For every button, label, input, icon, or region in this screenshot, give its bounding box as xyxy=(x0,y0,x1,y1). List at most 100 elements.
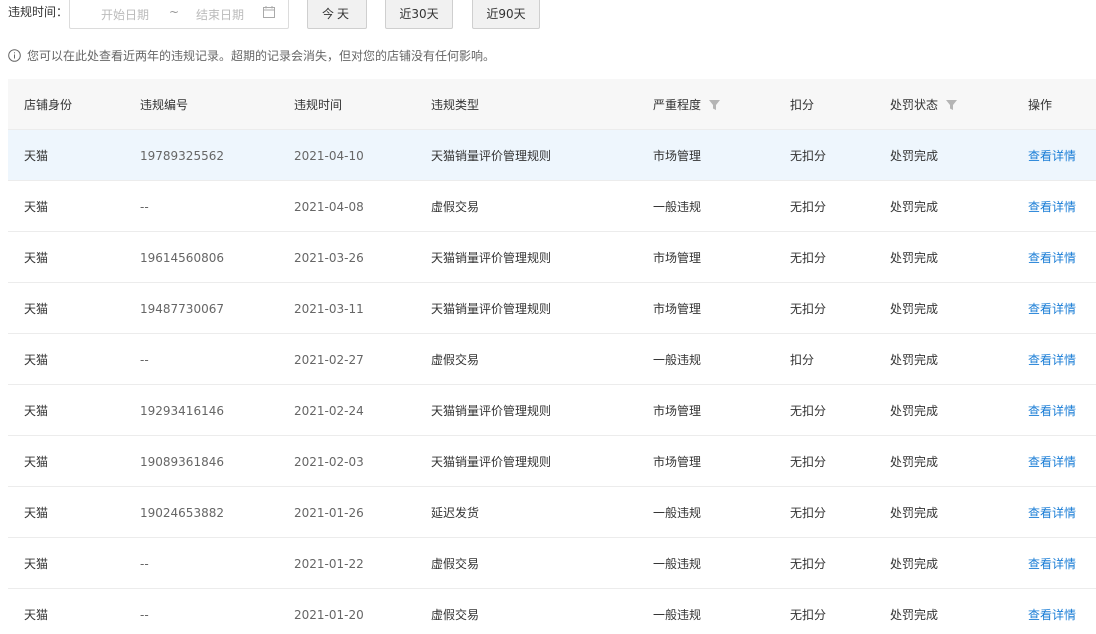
header-violation-type: 违规类型 xyxy=(431,98,480,112)
view-details-link[interactable]: 查看详情 xyxy=(1028,334,1076,385)
row-violation-id: 19293416146 xyxy=(140,403,224,418)
row-violation-id: 19024653882 xyxy=(140,505,224,520)
row-shop: 天猫 xyxy=(24,353,49,367)
header-shop: 店铺身份 xyxy=(24,98,73,112)
row-status: 处罚完成 xyxy=(890,302,939,316)
row-violation-id: 19789325562 xyxy=(140,148,224,163)
table-row: 天猫 19089361846 2021-02-03 天猫销量评价管理规则 市场管理 无扣分… xyxy=(8,436,1096,487)
row-violation-type: 延迟发货 xyxy=(431,506,480,520)
end-date-input[interactable]: 结束日期 xyxy=(196,6,244,23)
row-severity: 市场管理 xyxy=(653,251,702,265)
last-90-days-button[interactable]: 近90天 xyxy=(472,0,540,29)
view-details-link[interactable]: 查看详情 xyxy=(1028,130,1076,181)
view-details-link[interactable]: 查看详情 xyxy=(1028,487,1076,538)
row-points: 无扣分 xyxy=(790,200,827,214)
view-details-link[interactable]: 查看详情 xyxy=(1028,385,1076,436)
table-row: 天猫 19024653882 2021-01-26 延迟发货 一般违规 无扣分 处罚完成 查看… xyxy=(8,487,1096,538)
row-status: 处罚完成 xyxy=(890,557,939,571)
row-violation-type: 天猫销量评价管理规则 xyxy=(431,302,552,316)
row-points: 无扣分 xyxy=(790,149,827,163)
table-row: 天猫 19614560806 2021-03-26 天猫销量评价管理规则 市场管理 无扣分… xyxy=(8,232,1096,283)
table-row: 天猫 -- 2021-01-22 虚假交易 一般违规 无扣分 处罚完成 查看详情 xyxy=(8,538,1096,589)
row-shop: 天猫 xyxy=(24,149,49,163)
header-severity[interactable]: 严重程度 xyxy=(653,79,721,130)
row-severity: 市场管理 xyxy=(653,404,702,418)
row-violation-id: -- xyxy=(140,352,149,367)
row-points: 无扣分 xyxy=(790,404,827,418)
row-violation-time: 2021-04-08 xyxy=(294,199,364,214)
info-icon xyxy=(8,48,21,62)
view-details-link[interactable]: 查看详情 xyxy=(1028,181,1076,232)
row-shop: 天猫 xyxy=(24,608,49,622)
header-violation-id: 违规编号 xyxy=(140,98,189,112)
header-violation-time: 违规时间 xyxy=(294,98,343,112)
filter-label: 违规时间： xyxy=(8,5,69,19)
row-points: 扣分 xyxy=(790,353,815,367)
last-30-days-button[interactable]: 近30天 xyxy=(385,0,453,29)
row-violation-id: -- xyxy=(140,607,149,622)
row-violation-type: 虚假交易 xyxy=(431,200,480,214)
row-violation-type: 虚假交易 xyxy=(431,608,480,622)
row-status: 处罚完成 xyxy=(890,404,939,418)
view-details-link[interactable]: 查看详情 xyxy=(1028,283,1076,334)
date-range-picker[interactable]: 开始日期 ~ 结束日期 xyxy=(69,0,289,29)
table-row: 天猫 -- 2021-01-20 虚假交易 一般违规 无扣分 处罚完成 查看详情 xyxy=(8,589,1096,634)
row-violation-id: 19487730067 xyxy=(140,301,224,316)
header-status[interactable]: 处罚状态 xyxy=(890,79,958,130)
row-status: 处罚完成 xyxy=(890,353,939,367)
row-status: 处罚完成 xyxy=(890,506,939,520)
row-shop: 天猫 xyxy=(24,557,49,571)
filter-bar: 违规时间： 开始日期 ~ 结束日期 今天 近30天 近90天 xyxy=(0,0,1096,29)
row-severity: 市场管理 xyxy=(653,149,702,163)
row-points: 无扣分 xyxy=(790,251,827,265)
row-severity: 市场管理 xyxy=(653,455,702,469)
view-details-link[interactable]: 查看详情 xyxy=(1028,589,1076,634)
row-violation-time: 2021-01-20 xyxy=(294,607,364,622)
row-shop: 天猫 xyxy=(24,506,49,520)
row-status: 处罚完成 xyxy=(890,455,939,469)
row-violation-time: 2021-03-26 xyxy=(294,250,364,265)
date-separator: ~ xyxy=(169,5,180,19)
row-status: 处罚完成 xyxy=(890,200,939,214)
table-row: 天猫 19487730067 2021-03-11 天猫销量评价管理规则 市场管理 无扣分… xyxy=(8,283,1096,334)
violations-table: 店铺身份 违规编号 违规时间 违规类型 严重程度 扣分 处罚状态 操作 天猫 19… xyxy=(8,79,1096,634)
view-details-link[interactable]: 查看详情 xyxy=(1028,232,1076,283)
table-row: 天猫 -- 2021-02-27 虚假交易 一般违规 扣分 处罚完成 查看详情 xyxy=(8,334,1096,385)
row-violation-type: 天猫销量评价管理规则 xyxy=(431,404,552,418)
row-points: 无扣分 xyxy=(790,608,827,622)
table-row: 天猫 19789325562 2021-04-10 天猫销量评价管理规则 市场管理 无扣分… xyxy=(8,130,1096,181)
table-row: 天猫 -- 2021-04-08 虚假交易 一般违规 无扣分 处罚完成 查看详情 xyxy=(8,181,1096,232)
header-points: 扣分 xyxy=(790,98,815,112)
row-shop: 天猫 xyxy=(24,251,49,265)
row-violation-type: 天猫销量评价管理规则 xyxy=(431,149,552,163)
row-severity: 市场管理 xyxy=(653,302,702,316)
header-status-label: 处罚状态 xyxy=(890,98,939,112)
row-violation-type: 天猫销量评价管理规则 xyxy=(431,251,552,265)
row-violation-type: 虚假交易 xyxy=(431,353,480,367)
row-severity: 一般违规 xyxy=(653,353,702,367)
view-details-link[interactable]: 查看详情 xyxy=(1028,538,1076,589)
row-shop: 天猫 xyxy=(24,455,49,469)
start-date-input[interactable]: 开始日期 xyxy=(101,6,149,23)
filter-icon[interactable] xyxy=(709,99,721,110)
table-body: 天猫 19789325562 2021-04-10 天猫销量评价管理规则 市场管理 无扣分… xyxy=(8,130,1096,634)
notice-text: 您可以在此处查看近两年的违规记录。超期的记录会消失，但对您的店铺没有任何影响。 xyxy=(27,48,496,63)
row-violation-time: 2021-02-24 xyxy=(294,403,364,418)
row-status: 处罚完成 xyxy=(890,608,939,622)
row-status: 处罚完成 xyxy=(890,149,939,163)
row-violation-id: 19089361846 xyxy=(140,454,224,469)
row-severity: 一般违规 xyxy=(653,200,702,214)
row-shop: 天猫 xyxy=(24,404,49,418)
row-violation-time: 2021-02-03 xyxy=(294,454,364,469)
row-violation-id: 19614560806 xyxy=(140,250,224,265)
row-severity: 一般违规 xyxy=(653,608,702,622)
row-points: 无扣分 xyxy=(790,455,827,469)
row-violation-time: 2021-04-10 xyxy=(294,148,364,163)
row-points: 无扣分 xyxy=(790,557,827,571)
view-details-link[interactable]: 查看详情 xyxy=(1028,436,1076,487)
today-button[interactable]: 今天 xyxy=(307,0,367,29)
filter-icon[interactable] xyxy=(946,99,958,110)
row-violation-time: 2021-02-27 xyxy=(294,352,364,367)
row-severity: 一般违规 xyxy=(653,506,702,520)
calendar-icon[interactable] xyxy=(263,6,275,18)
